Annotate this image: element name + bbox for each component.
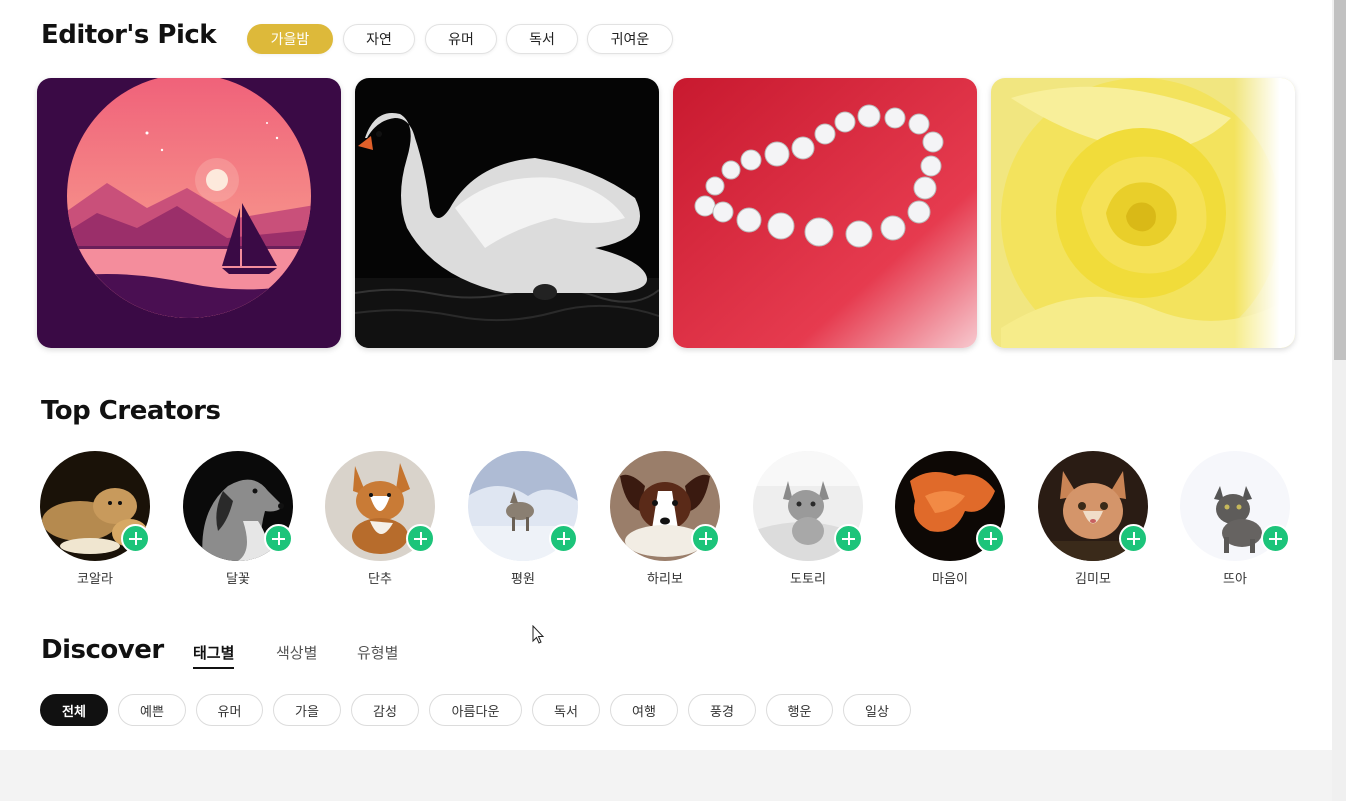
white-swan-image [355, 78, 659, 348]
mouse-cursor-icon [532, 625, 545, 644]
creator-name: 하리보 [647, 572, 683, 587]
page: Editor's Pick 가을밤 자연 유머 독서 귀여운 Top Creat… [0, 0, 1332, 750]
follow-plus-icon[interactable] [976, 524, 1005, 553]
creator-item[interactable]: 뜨아 [1180, 451, 1290, 591]
filter-reading[interactable]: 독서 [506, 24, 578, 54]
creator-name: 김미모 [1075, 572, 1111, 587]
tag-humor[interactable]: 유머 [196, 694, 263, 726]
tag-emotion[interactable]: 감성 [351, 694, 419, 726]
creator-item[interactable]: 코알라 [40, 451, 150, 591]
pick-card-diamonds[interactable] [673, 78, 977, 348]
follow-plus-icon[interactable] [691, 524, 720, 553]
filter-cute[interactable]: 귀여운 [587, 24, 673, 54]
creator-item[interactable]: 달꽃 [183, 451, 293, 591]
creator-name: 뜨아 [1223, 572, 1247, 587]
creator-name: 마음이 [932, 572, 968, 587]
tag-all[interactable]: 전체 [40, 694, 108, 726]
follow-plus-icon[interactable] [834, 524, 863, 553]
scrollbar-thumb[interactable] [1334, 0, 1346, 360]
creator-item[interactable]: 김미모 [1038, 451, 1148, 591]
creator-item[interactable]: 도토리 [753, 451, 863, 591]
creator-item[interactable]: 단추 [325, 451, 435, 591]
pick-card-sunset[interactable] [37, 78, 341, 348]
creator-item[interactable]: 마음이 [895, 451, 1005, 591]
follow-plus-icon[interactable] [264, 524, 293, 553]
tag-scenery[interactable]: 풍경 [688, 694, 756, 726]
follow-plus-icon[interactable] [1261, 524, 1290, 553]
creator-name: 평원 [511, 572, 535, 587]
tag-autumn[interactable]: 가을 [273, 694, 341, 726]
creator-name: 도토리 [790, 572, 826, 587]
discover-title: Discover [41, 635, 164, 665]
filter-nature[interactable]: 자연 [343, 24, 415, 54]
creator-name: 단추 [368, 572, 392, 587]
tab-by-tag[interactable]: 태그별 [193, 642, 235, 669]
creator-item[interactable]: 평원 [468, 451, 578, 591]
follow-plus-icon[interactable] [549, 524, 578, 553]
filter-autumn-night[interactable]: 가을밤 [247, 24, 333, 54]
creator-name: 코알라 [77, 572, 113, 587]
vertical-scrollbar[interactable] [1332, 0, 1346, 801]
pick-card-swan[interactable] [355, 78, 659, 348]
tag-beautiful[interactable]: 아름다운 [429, 694, 522, 726]
tag-luck[interactable]: 행운 [766, 694, 833, 726]
creator-item[interactable]: 하리보 [610, 451, 720, 591]
creator-name: 달꽃 [226, 572, 250, 587]
follow-plus-icon[interactable] [1119, 524, 1148, 553]
tag-daily[interactable]: 일상 [843, 694, 911, 726]
editors-pick-title: Editor's Pick [41, 20, 217, 50]
yellow-rose-image [991, 78, 1295, 348]
tag-reading[interactable]: 독서 [532, 694, 600, 726]
tag-travel[interactable]: 여행 [610, 694, 678, 726]
follow-plus-icon[interactable] [121, 524, 150, 553]
filter-humor[interactable]: 유머 [425, 24, 497, 54]
top-creators-title: Top Creators [41, 396, 221, 426]
diamond-heart-image [673, 78, 977, 348]
follow-plus-icon[interactable] [406, 524, 435, 553]
tag-pretty[interactable]: 예쁜 [118, 694, 186, 726]
tab-by-color[interactable]: 색상별 [276, 642, 317, 667]
sunset-lake-image [37, 78, 341, 348]
tab-by-type[interactable]: 유형별 [357, 642, 398, 667]
pick-card-rose[interactable] [991, 78, 1295, 348]
